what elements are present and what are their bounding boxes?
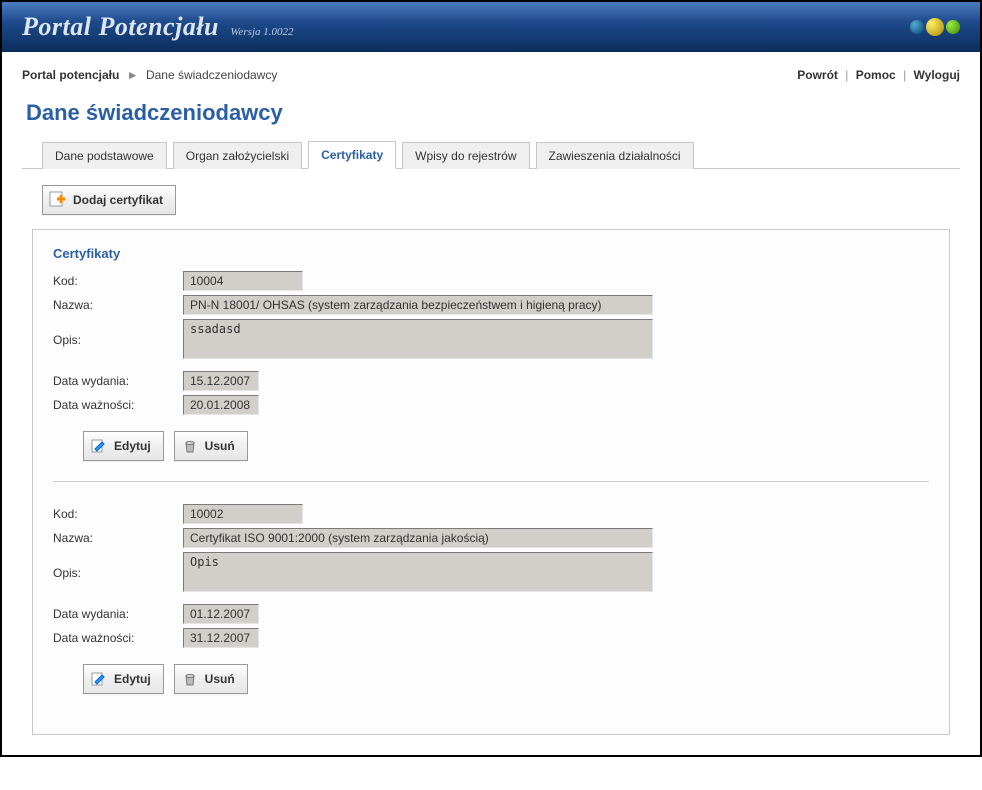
tab-organ-zalozycielski[interactable]: Organ założycielski [173, 142, 302, 169]
field-nazwa: PN-N 18001/ OHSAS (system zarządzania be… [183, 295, 653, 315]
field-kod: 10002 [183, 504, 303, 524]
label-data-wydania: Data wydania: [53, 604, 183, 621]
top-links: Powrót | Pomoc | Wyloguj [797, 68, 960, 82]
label-kod: Kod: [53, 271, 183, 288]
dot-icon [946, 20, 960, 34]
panel-title: Certyfikaty [53, 246, 929, 261]
trash-icon [181, 670, 199, 688]
label-data-waznosci: Data ważności: [53, 628, 183, 645]
edit-icon [90, 437, 108, 455]
breadcrumb: Portal potencjału ► Dane świadczeniodawc… [22, 68, 277, 82]
field-data-waznosci: 20.01.2008 [183, 395, 259, 415]
app-title: Portal Potencjału [22, 12, 219, 42]
help-link[interactable]: Pomoc [856, 68, 896, 82]
certificate-item: Kod: 10004 Nazwa: PN-N 18001/ OHSAS (sys… [53, 269, 929, 461]
app-header: Portal Potencjału Wersja 1.0022 [2, 2, 980, 52]
edit-button[interactable]: Edytuj [83, 431, 164, 461]
trash-icon [181, 437, 199, 455]
edit-label: Edytuj [114, 439, 151, 453]
label-opis: Opis: [53, 319, 183, 347]
label-data-waznosci: Data ważności: [53, 395, 183, 412]
tab-dane-podstawowe[interactable]: Dane podstawowe [42, 142, 167, 169]
label-nazwa: Nazwa: [53, 528, 183, 545]
dot-icon [926, 18, 944, 36]
dot-icon [910, 20, 924, 34]
separator [53, 481, 929, 482]
logout-link[interactable]: Wyloguj [914, 68, 960, 82]
app-version: Wersja 1.0022 [230, 26, 293, 38]
page-title: Dane świadczeniodawcy [26, 100, 960, 126]
field-kod: 10004 [183, 271, 303, 291]
field-opis: Opis [183, 552, 653, 592]
breadcrumb-leaf: Dane świadczeniodawcy [146, 68, 277, 82]
field-nazwa: Certyfikat ISO 9001:2000 (system zarządz… [183, 528, 653, 548]
breadcrumb-separator-icon: ► [127, 68, 139, 82]
field-opis: ssadasd [183, 319, 653, 359]
delete-label: Usuń [205, 439, 235, 453]
field-data-waznosci: 31.12.2007 [183, 628, 259, 648]
add-icon [49, 191, 67, 209]
tab-wpisy-do-rejestrow[interactable]: Wpisy do rejestrów [402, 142, 529, 169]
certificates-panel: Certyfikaty Kod: 10004 Nazwa: PN-N 18001… [32, 229, 950, 735]
add-certificate-button[interactable]: Dodaj certyfikat [42, 185, 176, 215]
field-data-wydania: 15.12.2007 [183, 371, 259, 391]
header-decoration [910, 18, 960, 36]
delete-label: Usuń [205, 672, 235, 686]
label-data-wydania: Data wydania: [53, 371, 183, 388]
delete-button[interactable]: Usuń [174, 431, 248, 461]
add-certificate-label: Dodaj certyfikat [73, 193, 163, 207]
label-nazwa: Nazwa: [53, 295, 183, 312]
certificate-item: Kod: 10002 Nazwa: Certyfikat ISO 9001:20… [53, 502, 929, 694]
label-opis: Opis: [53, 552, 183, 580]
edit-button[interactable]: Edytuj [83, 664, 164, 694]
tabs: Dane podstawowe Organ założycielski Cert… [22, 140, 960, 169]
delete-button[interactable]: Usuń [174, 664, 248, 694]
breadcrumb-root[interactable]: Portal potencjału [22, 68, 119, 82]
tab-certyfikaty[interactable]: Certyfikaty [308, 141, 396, 169]
edit-icon [90, 670, 108, 688]
field-data-wydania: 01.12.2007 [183, 604, 259, 624]
label-kod: Kod: [53, 504, 183, 521]
tab-zawieszenia-dzialalnosci[interactable]: Zawieszenia działalności [536, 142, 694, 169]
edit-label: Edytuj [114, 672, 151, 686]
back-link[interactable]: Powrót [797, 68, 838, 82]
